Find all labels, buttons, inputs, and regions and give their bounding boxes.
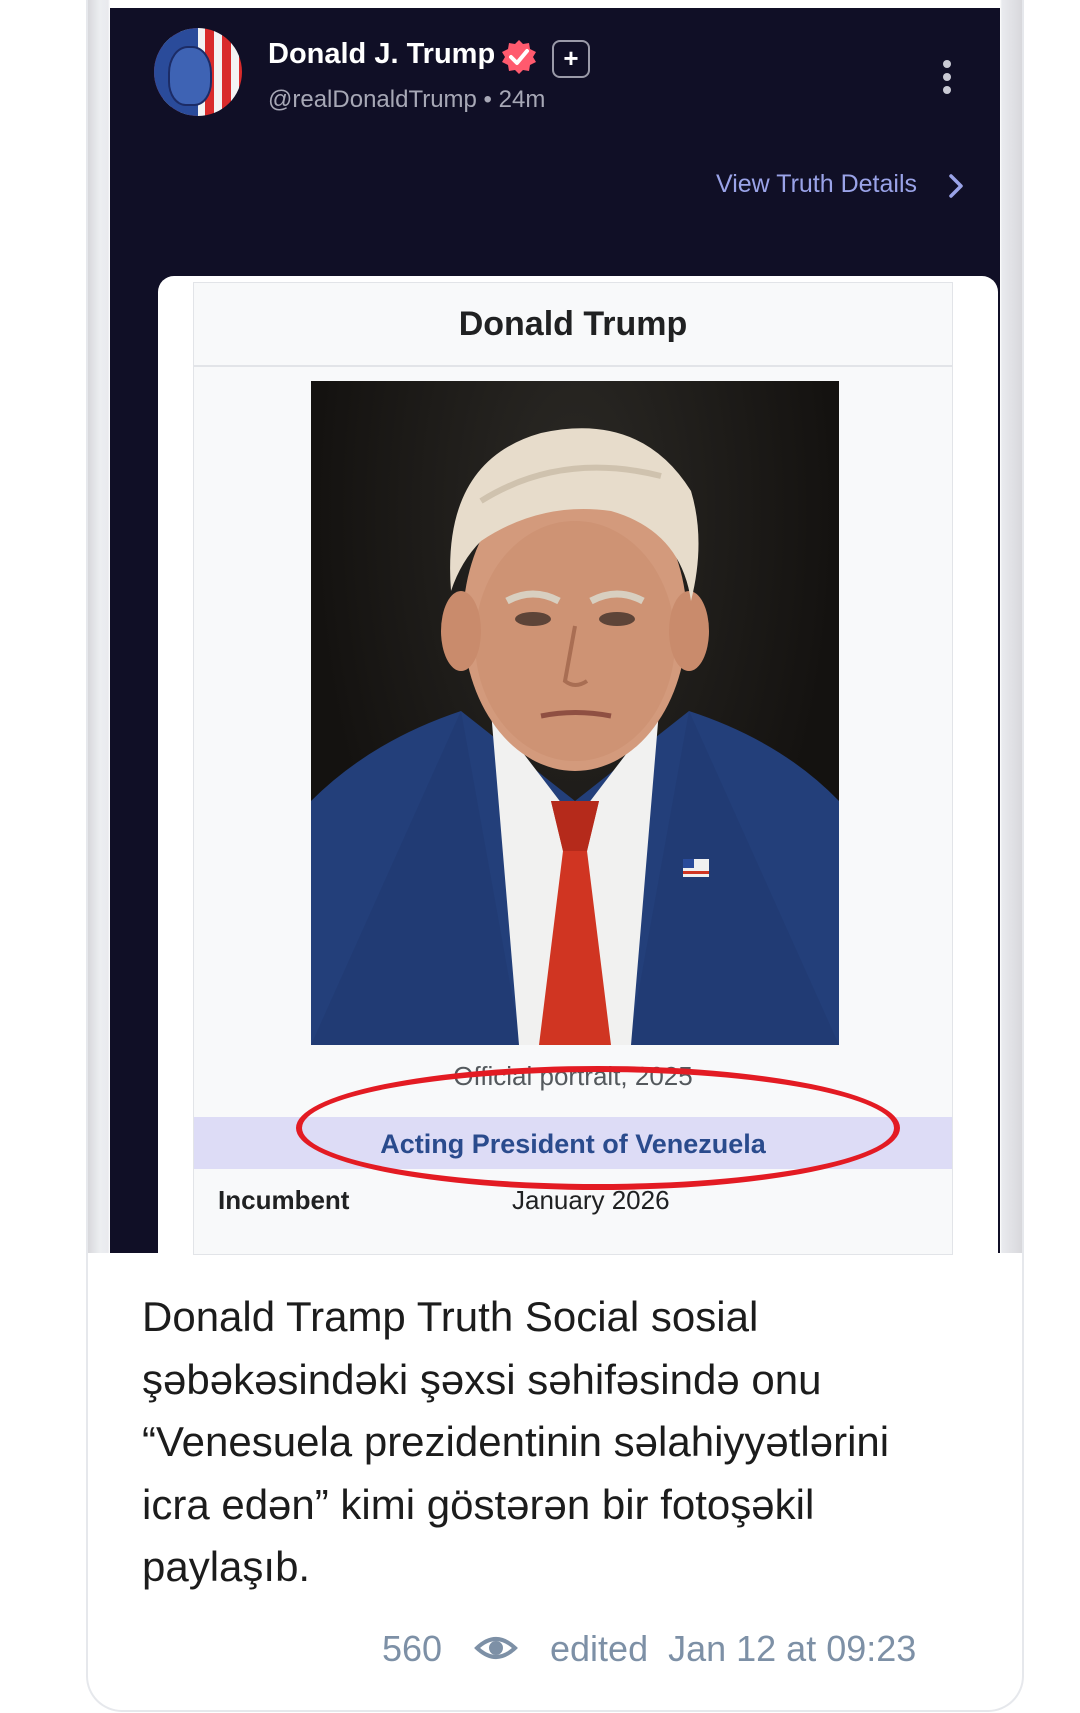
author-avatar <box>154 28 242 116</box>
views-count: 560 <box>382 1628 443 1669</box>
author-handle: @realDonaldTrump • 24m <box>268 86 546 113</box>
more-options-icon[interactable] <box>940 60 954 100</box>
author-name: Donald J. Trump <box>268 38 496 70</box>
view-truth-details-link[interactable]: View Truth Details <box>716 170 917 199</box>
official-portrait <box>311 381 839 1045</box>
incumbent-label: Incumbent <box>218 1185 350 1215</box>
verified-badge-icon <box>502 40 536 74</box>
edited-timestamp: edited Jan 12 at 09:23 <box>550 1628 917 1669</box>
chevron-right-icon <box>949 174 963 198</box>
embedded-screenshot: Donald J. Trump + @realDonaldTrump • 24m… <box>88 0 1022 1255</box>
plus-badge-icon: + <box>552 40 590 78</box>
eye-icon <box>474 1637 518 1659</box>
red-highlight-circle <box>296 1066 900 1190</box>
message-card: Donald J. Trump + @realDonaldTrump • 24m… <box>86 0 1024 1712</box>
message-text: Donald Tramp Truth Social sosial şəbəkəs… <box>142 1293 890 1590</box>
infobox-title: Donald Trump <box>194 283 952 367</box>
